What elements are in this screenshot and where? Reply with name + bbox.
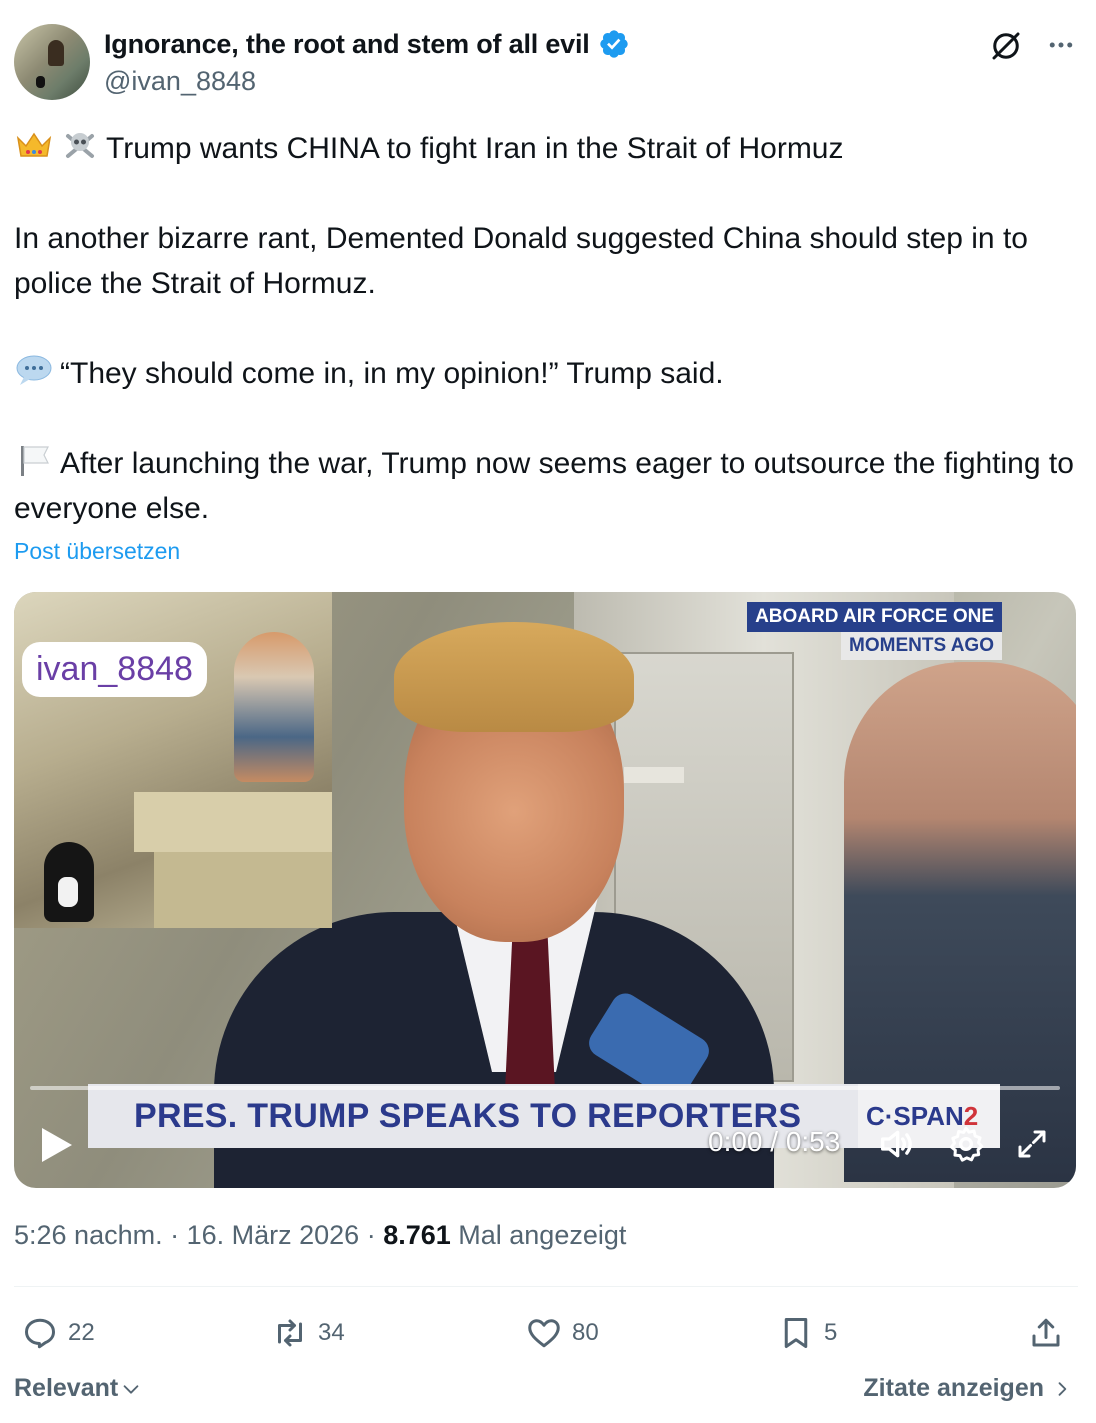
video-inset-image: ivan_8848 [14,592,332,928]
display-name[interactable]: Ignorance, the root and stem of all evil [104,29,590,60]
heart-icon [528,1319,560,1348]
views-label: Mal angezeigt [450,1220,627,1250]
settings-gear-icon[interactable] [946,1124,986,1164]
video-player[interactable]: ivan_8848 ABOARD AIR FORCE ONE MOMENTS A… [14,592,1076,1188]
post-line-3-text: “They should come in, in my opinion!” Tr… [60,357,724,390]
video-exit-sign [624,767,684,783]
video-watermark: ivan_8848 [22,642,207,697]
sort-dropdown[interactable]: Relevant [14,1374,142,1403]
post-header: Ignorance, the root and stem of all evil… [14,24,1082,104]
translate-link[interactable]: Post übersetzen [14,538,180,565]
skull-crossbones-icon [66,133,94,158]
verified-badge-icon [599,30,628,58]
post-line-2: In another bizarre rant, Demented Donald… [14,222,1028,300]
avatar[interactable] [14,24,90,100]
inset-boy [234,632,314,782]
inset-step [134,792,332,852]
chevron-down-icon [123,1384,139,1394]
repost-count: 34 [318,1319,345,1346]
view-quotes-link[interactable]: Zitate anzeigen [863,1374,1072,1403]
video-progress-bar[interactable] [30,1086,1060,1090]
grok-icon[interactable] [988,28,1024,64]
speech-bubble-icon [16,355,52,385]
reply-count: 22 [68,1319,95,1346]
reply-button[interactable]: 22 [22,1308,95,1358]
video-time: 0:00 / 0:53 [708,1126,841,1157]
inset-cat-chest [58,877,78,907]
quotes-label: Zitate anzeigen [863,1374,1044,1402]
post-line-1: Trump wants CHINA to fight Iran in the S… [14,126,1078,171]
sort-label: Relevant [14,1374,119,1402]
post-line-1-text: Trump wants CHINA to fight Iran in the S… [106,132,844,165]
action-bar: 22 34 80 5 [14,1308,1078,1358]
like-button[interactable]: 80 [526,1308,599,1358]
more-options-icon[interactable] [1046,30,1076,60]
replies-footer: Relevant Zitate anzeigen [14,1374,1078,1414]
inset-step [154,852,332,928]
name-row: Ignorance, the root and stem of all evil [104,28,630,60]
video-subject-hair [394,622,634,732]
post-meta: 5:26 nachm. · 16. März 2026 · 8.761 Mal … [14,1220,626,1251]
divider [14,1286,1078,1287]
repost-button[interactable]: 34 [272,1308,345,1358]
bookmark-icon [784,1318,808,1348]
chevron-right-icon [1058,1381,1067,1396]
chyron-line-1: ABOARD AIR FORCE ONE [747,602,1002,632]
like-count: 80 [572,1319,599,1346]
bookmark-count: 5 [824,1319,838,1346]
volume-icon[interactable] [876,1124,916,1164]
post-line-4-text: After launching the war, Trump now seems… [14,447,1074,525]
share-button[interactable] [1028,1308,1064,1358]
post-text: Trump wants CHINA to fight Iran in the S… [14,126,1078,531]
post-line-3: “They should come in, in my opinion!” Tr… [14,351,1078,396]
post-timestamp[interactable]: 5:26 nachm. · 16. März 2026 · [14,1220,383,1250]
handle[interactable]: @ivan_8848 [104,66,256,97]
chyron-top: ABOARD AIR FORCE ONE MOMENTS AGO [747,602,1002,660]
bookmark-button[interactable]: 5 [778,1308,837,1358]
avatar-figure [48,40,64,66]
play-icon[interactable] [40,1126,74,1164]
repost-icon [278,1319,302,1347]
fullscreen-icon[interactable] [1014,1126,1050,1162]
chyron-line-2: MOMENTS AGO [841,632,1002,660]
share-icon [1032,1318,1060,1347]
white-flag-icon [21,446,49,476]
avatar-cat [36,76,45,88]
view-count: 8.761 [383,1220,451,1250]
reply-icon [25,1318,55,1349]
crown-icon [16,132,52,157]
post-line-4: After launching the war, Trump now seems… [14,441,1078,531]
